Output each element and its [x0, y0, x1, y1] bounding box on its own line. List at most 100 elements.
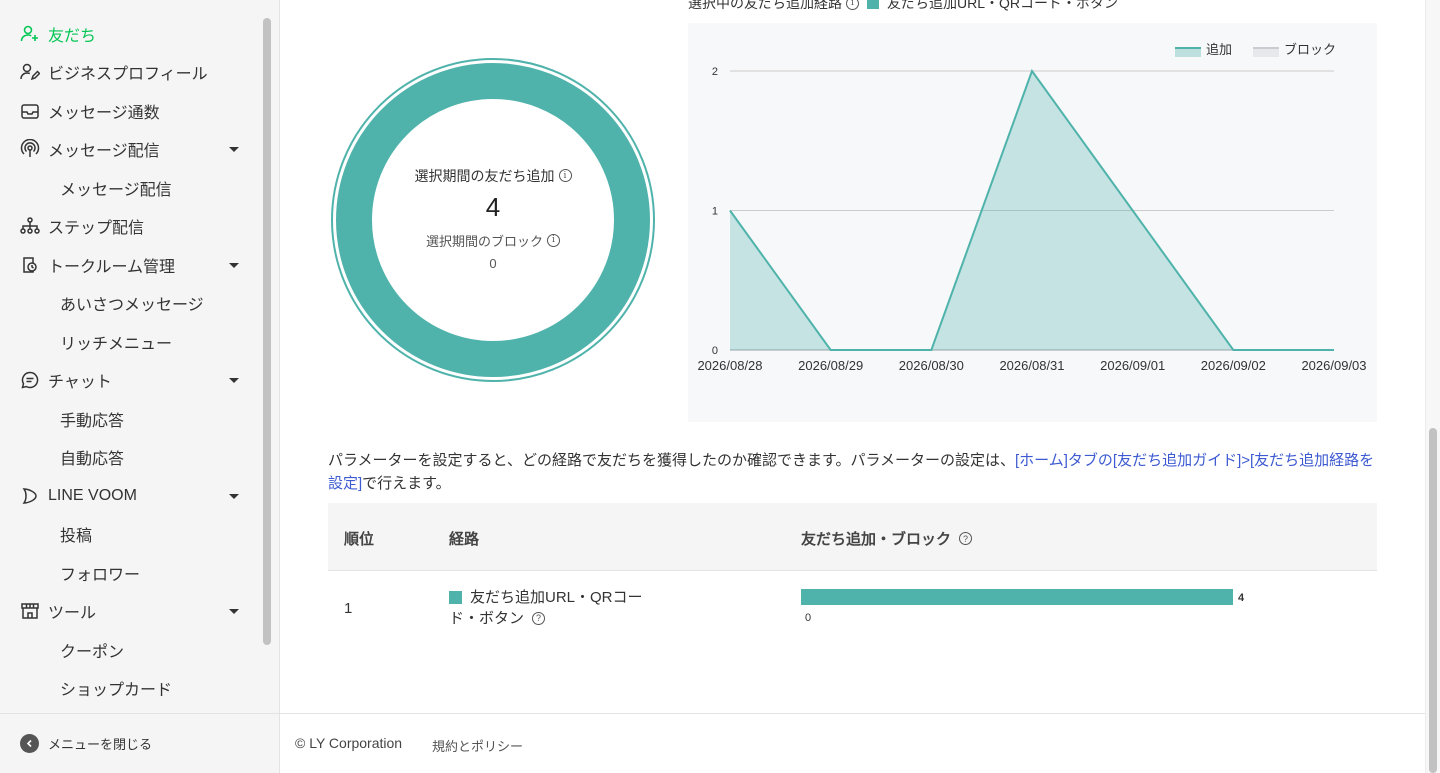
- table-header: 順位 経路 友だち追加・ブロック ?: [328, 503, 1377, 571]
- blocked-value: 0: [489, 255, 497, 271]
- legend-swatch: [1175, 48, 1201, 57]
- row-route-name: 友だち追加URL・QRコー: [470, 589, 643, 606]
- sidebar: 友だち ビジネスプロフィール メッセージ通数 メッセージ配信 メッセージ配信 ス…: [0, 0, 280, 773]
- sidebar-item-label: ビジネスプロフィール: [48, 66, 208, 83]
- sidebar-item-step-delivery[interactable]: ステップ配信: [0, 208, 261, 244]
- area-chart: 0 1 2 2026/08/28 2026/08/29 2026/08/30 2026/08…: [697, 42, 1366, 373]
- sidebar-item-label: メッセージ配信: [60, 182, 172, 199]
- x-tick-label: 2026/08/28: [697, 358, 762, 373]
- sidebar-subitem-greeting[interactable]: あいさつメッセージ: [0, 285, 261, 321]
- chevron-down-icon[interactable]: [229, 608, 239, 614]
- profile-edit-icon: [20, 62, 40, 82]
- sidebar-item-label: リッチメニュー: [60, 336, 173, 353]
- policy-link[interactable]: 規約とポリシー: [432, 736, 523, 755]
- bar-added-label: 4: [1238, 592, 1245, 604]
- page-scrollbar-thumb[interactable]: [1429, 428, 1437, 773]
- add-friend-icon: [20, 24, 40, 44]
- chevron-down-icon[interactable]: [229, 377, 239, 383]
- x-tick-label: 2026/08/31: [999, 358, 1064, 373]
- sidebar-item-label: ステップ配信: [48, 220, 145, 237]
- info-icon[interactable]: i: [547, 233, 560, 247]
- sidebar-item-chat[interactable]: チャット: [0, 362, 261, 398]
- help-icon[interactable]: ?: [532, 612, 546, 625]
- sidebar-item-label: チャット: [48, 374, 112, 391]
- header-route: 経路: [449, 528, 479, 549]
- sidebar-scrollbar[interactable]: [263, 18, 271, 645]
- added-value: 4: [485, 191, 501, 222]
- area-chart-panel: 0 1 2 2026/08/28 2026/08/29 2026/08/30 2026/08…: [688, 23, 1377, 422]
- sidebar-item-label: フォロワー: [60, 567, 141, 584]
- info-icon[interactable]: i: [846, 0, 859, 10]
- row-route: 友だち追加URL・QRコー ド・ボタン ?: [449, 587, 643, 629]
- chat-icon: [20, 370, 40, 390]
- footer-divider: [280, 713, 1425, 714]
- sidebar-item-label: トークルーム管理: [48, 259, 176, 276]
- sidebar-item-message-delivery[interactable]: メッセージ配信: [0, 131, 261, 167]
- selected-route-name: 友だち追加URL・QRコード・ボタン: [887, 0, 1119, 11]
- sidebar-item-talkroom[interactable]: トークルーム管理: [0, 247, 261, 283]
- header-rank-label: 順位: [344, 531, 375, 548]
- legend-swatch: [1253, 48, 1279, 57]
- sidebar-item-label: あいさつメッセージ: [60, 297, 204, 314]
- sidebar-subitem-posts[interactable]: 投稿: [0, 516, 261, 552]
- sidebar-menu: 友だち ビジネスプロフィール メッセージ通数 メッセージ配信 メッセージ配信 ス…: [0, 0, 261, 713]
- inbox-icon: [20, 101, 40, 121]
- sidebar-item-tools[interactable]: ツール: [0, 593, 261, 629]
- x-tick-label: 2026/09/03: [1301, 358, 1366, 373]
- sidebar-subitem-coupon[interactable]: クーポン: [0, 632, 261, 668]
- sidebar-item-label: ショップカード: [60, 682, 173, 699]
- broadcast-icon: [20, 139, 40, 159]
- sidebar-item-label: LINE VOOM: [48, 487, 137, 504]
- bar-blocked-label: 0: [805, 612, 811, 624]
- sidebar-subitem-message-delivery[interactable]: メッセージ配信: [0, 170, 261, 206]
- selected-route-label: 選択中の友だち追加経路: [688, 0, 842, 11]
- sidebar-item-message-count[interactable]: メッセージ通数: [0, 93, 261, 129]
- close-menu-button[interactable]: メニューを閉じる: [20, 734, 152, 753]
- x-tick-label: 2026/08/30: [899, 358, 964, 373]
- page-scrollbar[interactable]: [1425, 0, 1440, 773]
- legend-label: ブロック: [1284, 42, 1336, 57]
- description-suffix: で行えます。: [362, 475, 451, 492]
- header-rank: 順位: [344, 528, 374, 549]
- chevron-down-icon[interactable]: [229, 493, 239, 499]
- route-bar-chart: 40: [801, 589, 1245, 624]
- chevron-left-icon: [20, 734, 39, 753]
- step-tree-icon: [20, 216, 40, 236]
- sidebar-item-friends[interactable]: 友だち: [0, 16, 261, 52]
- voom-icon: [20, 486, 40, 506]
- x-tick-label: 2026/09/02: [1201, 358, 1266, 373]
- sidebar-item-line-voom[interactable]: LINE VOOM: [0, 478, 261, 514]
- sidebar-footer: メニューを閉じる: [0, 713, 279, 773]
- chevron-down-icon[interactable]: [229, 262, 239, 268]
- legend-swatch: [867, 0, 879, 9]
- x-tick-label: 2026/09/01: [1100, 358, 1165, 373]
- chevron-down-icon[interactable]: [229, 146, 239, 152]
- sidebar-item-label: ツール: [48, 605, 97, 622]
- sidebar-item-label: 投稿: [60, 528, 93, 545]
- header-metric-label: 友だち追加・ブロック: [801, 531, 952, 548]
- blocked-label: 選択期間のブロック: [425, 233, 543, 249]
- sidebar-item-business-profile[interactable]: ビジネスプロフィール: [0, 54, 261, 90]
- info-icon[interactable]: i: [558, 169, 572, 182]
- sidebar-subitem-shop-card[interactable]: ショップカード: [0, 670, 261, 706]
- sidebar-subitem-manual-reply[interactable]: 手動応答: [0, 401, 261, 437]
- y-tick-label: 1: [712, 206, 718, 218]
- x-tick-label: 2026/08/29: [798, 358, 863, 373]
- sidebar-subitem-followers[interactable]: フォロワー: [0, 555, 261, 591]
- donut-summary: 選択期間の友だち追加 i 4 選択期間のブロック i 0: [330, 57, 656, 383]
- row-route-name-cont: ド・ボタン: [449, 610, 525, 627]
- tools-store-icon: [20, 601, 40, 621]
- sidebar-subitem-auto-reply[interactable]: 自動応答: [0, 439, 261, 475]
- added-label-row: 選択期間の友だち追加 i: [415, 166, 572, 186]
- talkroom-icon: [20, 255, 40, 275]
- sidebar-subitem-rich-menu[interactable]: リッチメニュー: [0, 324, 261, 360]
- y-tick-label: 2: [712, 66, 718, 78]
- description-text: パラメーターを設定すると、どの経路で友だちを獲得したのか確認できます。パラメータ…: [328, 452, 1016, 469]
- main-content: 選択中の友だち追加経路 i 友だち追加URL・QRコード・ボタン 選択期間の友だ…: [280, 0, 1425, 713]
- sidebar-item-label: メッセージ通数: [48, 105, 160, 122]
- help-icon[interactable]: ?: [959, 532, 973, 545]
- sidebar-item-label: メッセージ配信: [48, 143, 160, 160]
- close-menu-label: メニューを閉じる: [48, 737, 153, 752]
- legend-label: 追加: [1206, 42, 1232, 57]
- sidebar-item-label: クーポン: [60, 644, 125, 661]
